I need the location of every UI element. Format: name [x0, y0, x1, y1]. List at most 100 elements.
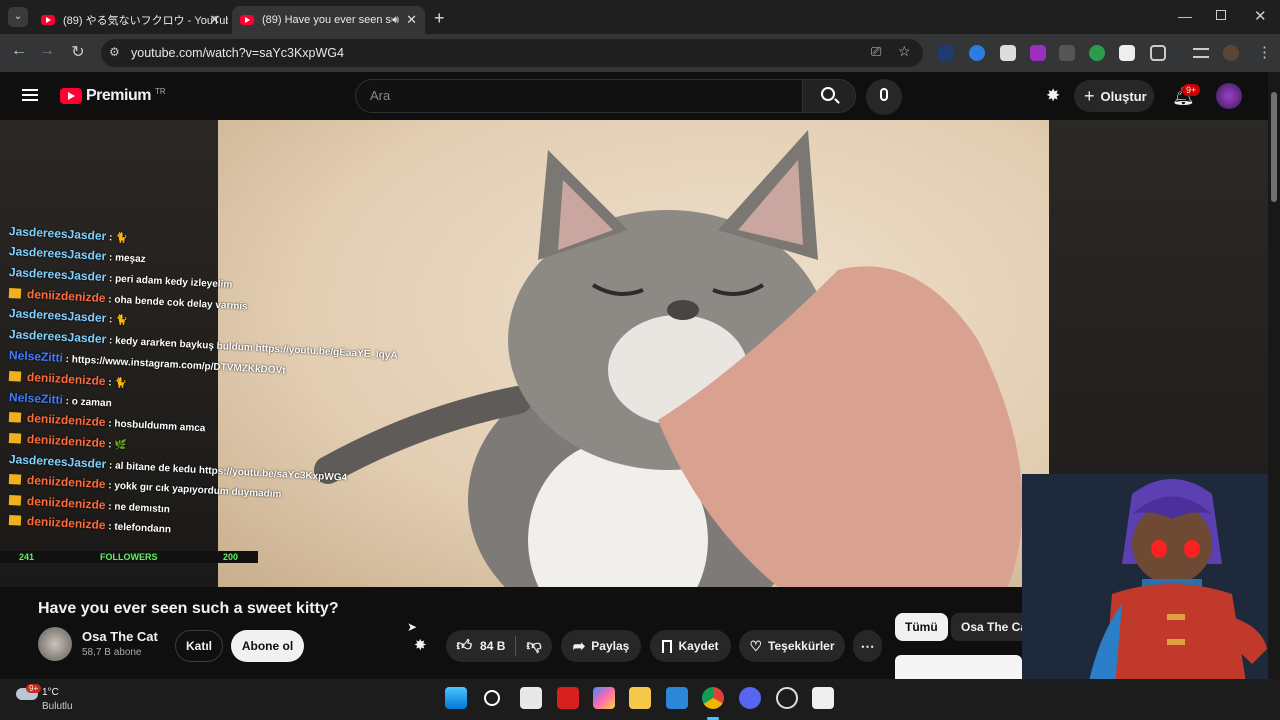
task-view-icon[interactable]	[520, 687, 542, 709]
chat-message-text: : meşaz	[105, 252, 146, 266]
extension-icon[interactable]	[969, 45, 985, 61]
voice-search-button[interactable]	[866, 79, 902, 115]
close-window-button[interactable]: ✕	[1254, 7, 1267, 25]
crown-badge-icon	[8, 515, 22, 526]
file-explorer-icon[interactable]	[629, 687, 651, 709]
new-tab-button[interactable]: +	[434, 8, 445, 29]
account-avatar[interactable]	[1216, 83, 1242, 109]
discord-icon[interactable]	[739, 687, 761, 709]
app-circle-icon[interactable]	[776, 687, 798, 709]
tab-kitty-video[interactable]: (89) Have you ever seen su 🔊︎ ✕	[232, 6, 425, 34]
bookmark-star-icon[interactable]: ☆	[898, 43, 911, 60]
bookmark-icon	[662, 639, 673, 653]
subscriber-count: 58,7 B abone	[82, 647, 142, 658]
chip-all[interactable]: Tümü	[895, 613, 948, 641]
save-button[interactable]: Kaydet	[650, 630, 731, 662]
more-actions-button[interactable]: ⋯	[853, 630, 882, 662]
extension-icon[interactable]	[1119, 45, 1135, 61]
windows-taskbar: 9+ 1°C Bulutlu	[0, 679, 1280, 720]
crown-badge-icon	[8, 433, 22, 444]
browser-menu-icon[interactable]: ⋮	[1257, 43, 1272, 61]
tab-title: (89) やる気ないフクロウ - YouTube	[63, 15, 228, 27]
youtube-logo[interactable]: Premium TR	[60, 87, 166, 105]
logo-text: Premium	[86, 87, 151, 104]
site-info-icon[interactable]: ⚙	[109, 45, 120, 59]
chrome-icon[interactable]	[702, 687, 724, 709]
page-scrollbar[interactable]	[1268, 72, 1280, 679]
app-l-icon[interactable]	[557, 687, 579, 709]
chat-message-text: : 🐈	[105, 314, 128, 327]
ask-ai-sparkle-icon[interactable]: ✸	[414, 636, 427, 654]
extension-icon[interactable]	[1059, 45, 1075, 61]
subscribe-button[interactable]: Abone ol	[231, 630, 304, 662]
reading-list-icon[interactable]	[1193, 48, 1209, 58]
reload-button[interactable]: ↻	[67, 42, 89, 62]
plus-icon: +	[1084, 85, 1095, 106]
start-windows-icon[interactable]	[445, 687, 467, 709]
youtube-favicon-icon	[41, 15, 55, 25]
crown-badge-icon	[8, 288, 22, 299]
close-tab-icon[interactable]: ✕	[406, 12, 417, 28]
extension-icon[interactable]	[1089, 45, 1105, 61]
chat-message-text: : 🐈	[105, 377, 128, 390]
followers-bar: 241 FOLLOWERS 200	[0, 551, 258, 563]
join-button[interactable]: Katıl	[175, 630, 223, 662]
weather-temp: 1°C	[42, 687, 59, 698]
profile-avatar-icon[interactable]	[1223, 45, 1239, 61]
extensions-puzzle-icon[interactable]	[1150, 45, 1166, 61]
share-button[interactable]: ➦ Paylaş	[561, 630, 641, 662]
channel-avatar[interactable]	[38, 627, 72, 661]
extension-icon[interactable]	[1000, 45, 1016, 61]
tab-owl-video[interactable]: (89) やる気ないフクロウ - YouTube ✕	[33, 6, 228, 34]
create-button[interactable]: + Oluştur	[1074, 80, 1154, 112]
search-input[interactable]: Ara	[355, 79, 803, 113]
vrc-icon[interactable]	[812, 687, 834, 709]
browser-toolbar: ← → ↻ ⚙ youtube.com/watch?v=saYc3KxpWG4 …	[0, 34, 1280, 72]
weather-widget[interactable]: 9+ 1°C Bulutlu	[14, 684, 104, 716]
like-button[interactable]: 👍︎ 84 B	[456, 637, 505, 655]
minimize-button[interactable]: —	[1178, 8, 1192, 24]
recommended-video-thumbnail[interactable]	[895, 655, 1022, 679]
video-title: Have you ever seen such a sweet kitty?	[38, 600, 339, 617]
extension-icon[interactable]	[1030, 45, 1046, 61]
region-code: TR	[154, 87, 166, 96]
save-label: Kaydet	[678, 639, 719, 653]
microsoft-store-icon[interactable]	[666, 687, 688, 709]
create-label: Oluştur	[1100, 88, 1147, 104]
copilot-icon[interactable]	[593, 687, 615, 709]
search-icon[interactable]	[484, 690, 500, 706]
forward-button[interactable]: →	[36, 42, 58, 60]
tab-search-button[interactable]: ⌄	[8, 7, 28, 27]
channel-name[interactable]: Osa The Cat	[82, 629, 158, 644]
like-dislike-group: 👍︎ 84 B 👎︎	[446, 630, 552, 662]
chat-message-text: : 🌿	[105, 439, 128, 452]
url-text: youtube.com/watch?v=saYc3KxpWG4	[131, 46, 344, 60]
scrollbar-thumb[interactable]	[1271, 92, 1277, 202]
crown-badge-icon	[8, 412, 22, 423]
thanks-button[interactable]: ♡ Teşekkürler	[739, 630, 845, 662]
thumbs-up-icon: 👍︎	[456, 637, 473, 654]
address-bar[interactable]: ⚙ youtube.com/watch?v=saYc3KxpWG4 ⎚ ☆	[101, 39, 923, 67]
extension-icon[interactable]	[938, 45, 954, 61]
chat-nickname: NelseZitti	[8, 348, 64, 365]
back-button[interactable]: ←	[8, 42, 30, 60]
share-arrow-icon: ➦	[572, 638, 586, 655]
like-divider	[515, 636, 517, 656]
microphone-icon	[880, 88, 888, 101]
restore-button[interactable]	[1216, 10, 1226, 20]
crown-badge-icon	[8, 495, 22, 506]
dislike-button[interactable]: 👎︎	[526, 637, 541, 655]
hamburger-menu-icon[interactable]	[22, 89, 38, 101]
speaker-icon[interactable]: 🔊︎	[392, 14, 399, 27]
like-count: 84 B	[480, 639, 506, 653]
heart-dollar-icon: ♡	[749, 637, 763, 654]
thanks-label: Teşekkürler	[768, 639, 835, 653]
youtube-create-sparkle-icon[interactable]: ✸	[1046, 86, 1060, 106]
search-button[interactable]	[802, 79, 856, 113]
search-placeholder: Ara	[370, 88, 391, 103]
install-app-icon[interactable]: ⎚	[871, 44, 881, 60]
tab-title: (89) Have you ever seen su	[262, 14, 392, 26]
crown-badge-icon	[8, 371, 22, 382]
close-tab-icon[interactable]: ✕	[209, 12, 220, 28]
crown-badge-icon	[8, 474, 22, 485]
